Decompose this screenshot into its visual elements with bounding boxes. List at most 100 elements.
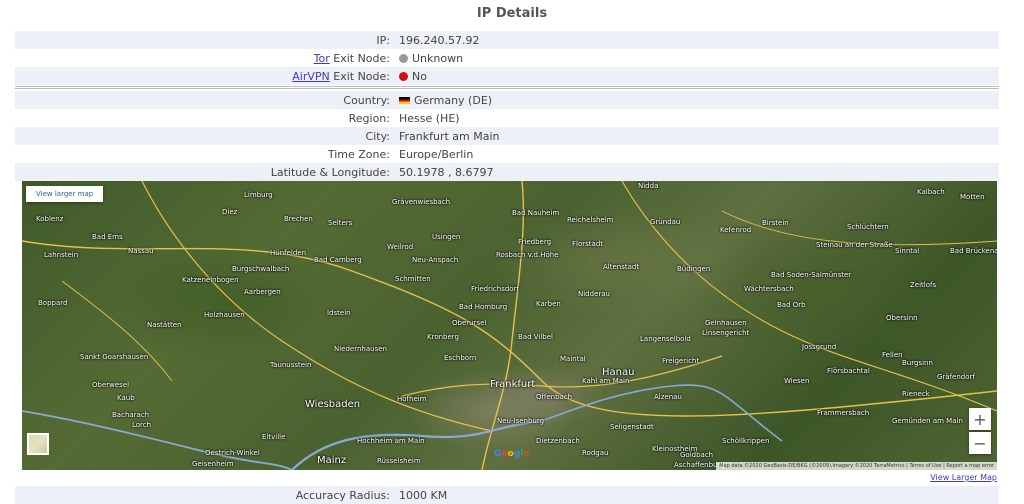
region-row: Region: Hesse (HE)	[15, 109, 999, 127]
map-place-label: Holzhausen	[204, 311, 245, 319]
timezone-label: Time Zone:	[327, 147, 390, 161]
map-place-label: Dietzenbach	[536, 437, 580, 445]
country-row: Country: Germany (DE)	[15, 91, 999, 109]
map-place-label: Hochheim am Main	[357, 437, 425, 445]
map-place-label: Hünfelden	[270, 249, 307, 257]
page-title: IP Details	[476, 6, 548, 21]
airvpn-link[interactable]: AirVPN	[292, 70, 330, 83]
map-place-label: Florstadt	[572, 240, 604, 248]
map-place-label: Usingen	[432, 233, 461, 241]
timezone-value: Europe/Berlin	[399, 147, 474, 161]
tor-status: Unknown	[412, 51, 464, 65]
airvpn-row: AirVPN Exit Node: No	[15, 67, 999, 85]
map-place-label: Altenstadt	[603, 263, 640, 271]
map-place-label: Nastätten	[147, 321, 182, 329]
map-place-label: Kaub	[117, 394, 135, 402]
map-place-label: Nidderau	[578, 290, 610, 298]
map-place-label: Rosbach v.d.Höhe	[496, 251, 559, 259]
satellite-map[interactable]: Koblenz Bad Ems Limburg Diez Nassau Lahn…	[22, 181, 997, 470]
map-place-label: Brechen	[284, 215, 313, 223]
region-value: Hesse (HE)	[399, 111, 460, 125]
latlong-value: 50.1978 , 8.6797	[399, 165, 494, 179]
map-place-label: Selters	[328, 219, 353, 227]
map-place-label: Lorch	[132, 421, 152, 429]
map-place-label: Lahnstein	[44, 251, 79, 259]
map-place-label: Schmitten	[395, 275, 431, 283]
map-place-label: Burgsinn	[902, 359, 933, 367]
map-place-label: Mainz	[317, 455, 347, 466]
map-place-label: Rüsselsheim	[377, 457, 421, 465]
map-place-label: Taunusstein	[270, 361, 312, 369]
tor-value: Unknown	[399, 52, 999, 65]
map-place-label: Rodgau	[582, 449, 609, 457]
map-place-label: Burgschwalbach	[232, 265, 290, 273]
map-place-label: Kalbach	[917, 188, 945, 196]
map-place-label: Friedrichsdorf	[471, 285, 519, 293]
map-place-label: Nassau	[128, 247, 154, 255]
map-place-label: Bad Homburg	[459, 303, 508, 311]
map-place-label: Wiesbaden	[305, 399, 361, 410]
city-value: Frankfurt am Main	[399, 129, 500, 143]
accuracy-value: 1000 KM	[399, 488, 448, 502]
country-label: Country:	[343, 93, 390, 107]
de-flag-icon	[399, 96, 410, 104]
map-place-label: Gräfendorf	[937, 373, 975, 381]
map-place-label: Reichelsheim	[567, 216, 614, 224]
map-place-label: Sankt Goarshausen	[80, 353, 149, 361]
map-place-label: Kleinostheim	[652, 445, 698, 453]
map-place-label: Bacharach	[112, 411, 150, 419]
map-place-label: Geisenheim	[192, 460, 234, 468]
city-row: City: Frankfurt am Main	[15, 127, 999, 145]
tor-label: Tor Exit Node:	[15, 52, 399, 65]
map-place-label: Bad Soden-Salmünster	[771, 271, 852, 279]
map-place-label: Oberwesel	[92, 381, 130, 389]
zoom-in-button[interactable]: +	[969, 408, 991, 430]
accuracy-row: Accuracy Radius: 1000 KM	[15, 486, 999, 504]
map-place-label: Koblenz	[36, 215, 64, 223]
tor-link[interactable]: Tor	[314, 52, 330, 65]
status-dot-icon	[399, 71, 408, 81]
map-place-label: Steinau an der Straße	[816, 241, 893, 249]
map-type-toggle[interactable]	[27, 433, 49, 455]
map-place-label: Diez	[222, 208, 238, 216]
map-place-label: Neu-Isenburg	[497, 417, 545, 425]
map-place-label: Kahl am Main	[582, 377, 630, 385]
map-place-label: Offenbach	[536, 393, 573, 401]
map-place-label: Bad Camberg	[314, 256, 362, 264]
map-place-label: Bad Vilbel	[518, 333, 553, 341]
map-place-label: Langenselbold	[640, 335, 691, 343]
tor-row: Tor Exit Node: Unknown	[15, 49, 999, 67]
map-place-label: Alzenau	[654, 393, 682, 401]
map-place-label: Neu-Anspach	[412, 256, 459, 264]
map-place-label: Schöllkrippen	[722, 437, 770, 445]
accuracy-label: Accuracy Radius:	[295, 488, 390, 502]
tor-label-text: Exit Node:	[329, 51, 390, 65]
map-place-label: Gemünden am Main	[892, 417, 963, 425]
map-place-label: Eschborn	[444, 354, 477, 362]
map-place-label: Karben	[536, 300, 561, 308]
map-place-label: Friedberg	[518, 238, 552, 246]
map-place-label: Sinntal	[895, 247, 920, 255]
map-place-label: Kronberg	[427, 333, 459, 341]
latlong-label: Latitude & Longitude:	[270, 165, 390, 179]
view-larger-map-link[interactable]: View Larger Map	[930, 473, 997, 482]
map-place-label: Hofheim	[397, 395, 427, 403]
timezone-row: Time Zone: Europe/Berlin	[15, 145, 999, 163]
map-place-label: Grävenwiesbach	[392, 198, 451, 206]
map-place-label: Gründau	[650, 218, 681, 226]
map-place-label: Oberursel	[452, 319, 487, 327]
map-place-label: Linsengericht	[702, 329, 750, 337]
ip-label: IP:	[376, 33, 390, 47]
country-value: Germany (DE)	[399, 94, 999, 107]
map-attribution[interactable]: Map data ©2020 GeoBasis-DE/BKG (©2009),I…	[716, 462, 997, 470]
view-larger-map-button[interactable]: View larger map	[26, 186, 104, 202]
zoom-out-button[interactable]: −	[969, 432, 991, 454]
map-place-label: Birstein	[762, 219, 789, 227]
geo-details-table: Country: Germany (DE) Region: Hesse (HE)…	[15, 91, 999, 181]
map-place-label: Bad Nauheim	[512, 209, 560, 217]
map-place-label: Niedernhausen	[334, 345, 387, 353]
map-place-label: Bad Ems	[92, 233, 123, 241]
map-place-label: Frammersbach	[817, 409, 870, 417]
section-divider	[15, 86, 999, 89]
map-place-label: Eltville	[262, 433, 286, 441]
